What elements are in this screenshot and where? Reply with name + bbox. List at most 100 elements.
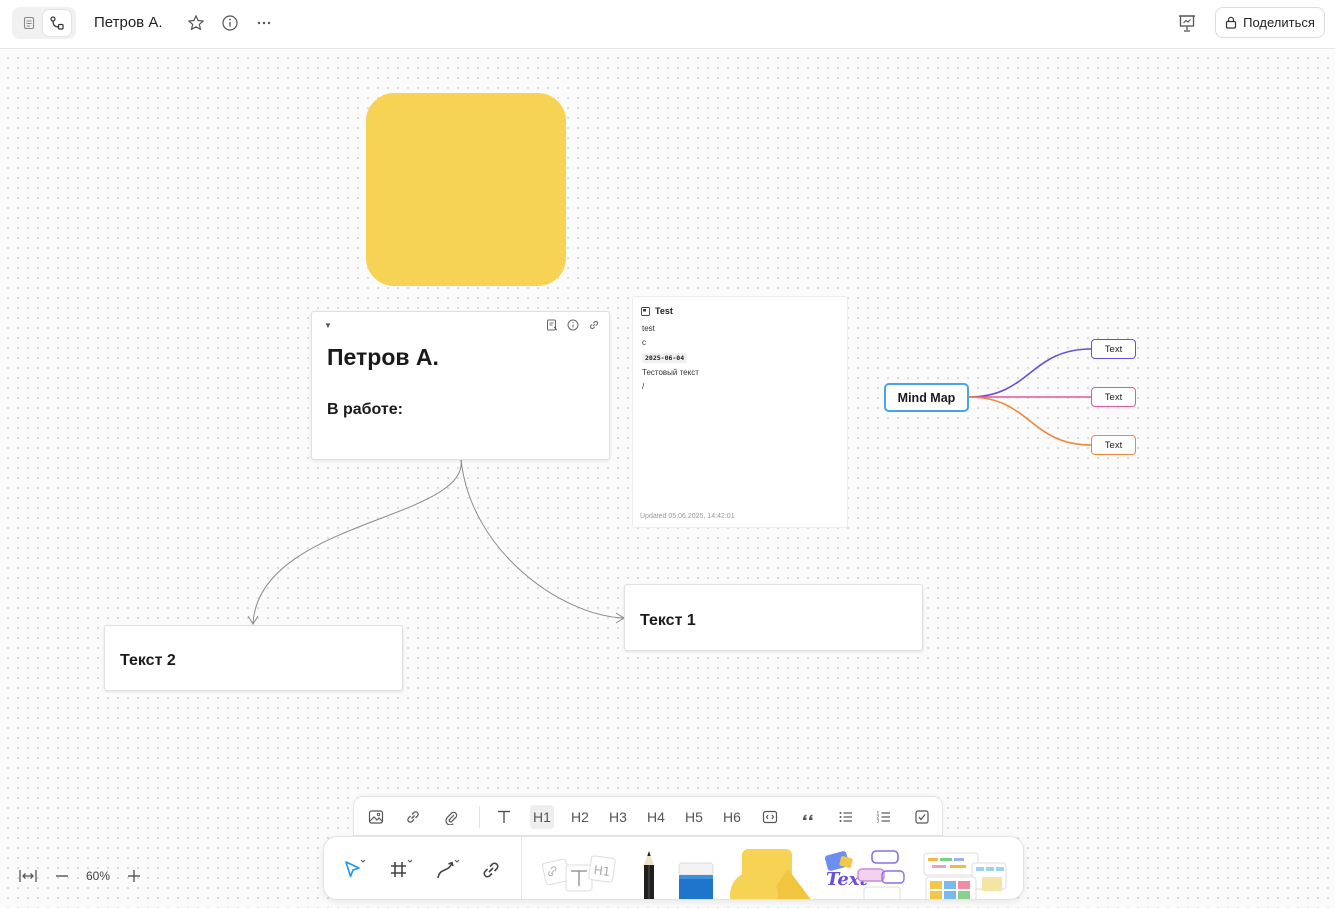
zoom-level[interactable]: 60% bbox=[74, 869, 122, 883]
numbered-list-button[interactable]: 123 bbox=[872, 805, 896, 829]
plus-icon bbox=[128, 870, 140, 882]
heading-3-button[interactable]: H3 bbox=[606, 805, 630, 829]
editor-mode-switch bbox=[12, 7, 76, 39]
select-tool-button[interactable] bbox=[338, 855, 368, 885]
text-icon bbox=[498, 810, 510, 823]
doc-embed-icon bbox=[641, 306, 650, 316]
eraser-icon bbox=[678, 862, 714, 899]
templates-icon bbox=[923, 852, 1007, 899]
doc-title[interactable]: Петров А. bbox=[94, 14, 163, 31]
connector-to-text1[interactable] bbox=[460, 458, 624, 619]
mindmap-child-node-1[interactable]: Text bbox=[1091, 339, 1136, 359]
connector-to-text2[interactable] bbox=[252, 458, 462, 624]
shapes-icon bbox=[730, 849, 811, 899]
frame-tool-button[interactable] bbox=[385, 855, 415, 885]
quote-icon bbox=[803, 814, 813, 820]
link-tool-button[interactable] bbox=[476, 855, 506, 885]
star-icon bbox=[188, 15, 204, 30]
mindmap-child-node-3[interactable]: Text bbox=[1091, 435, 1136, 455]
edgeless-icon bbox=[50, 16, 64, 30]
rounded-rectangle-shape[interactable] bbox=[366, 93, 566, 286]
edgeless-mode-button[interactable] bbox=[43, 10, 71, 36]
template-tool-button[interactable] bbox=[922, 851, 1008, 899]
note-tool-button[interactable]: H1 bbox=[542, 851, 617, 899]
embed-line-3: Тестовый текст bbox=[642, 368, 699, 377]
page-mode-button[interactable] bbox=[15, 10, 43, 36]
mindmap-child-node-2[interactable]: Text bbox=[1091, 387, 1136, 407]
zoom-controls: 60% bbox=[16, 866, 146, 886]
connector-tool-button[interactable] bbox=[432, 855, 462, 885]
embedded-doc-card[interactable]: Test test c 2025-06-04 Тестовый текст / … bbox=[632, 296, 848, 528]
paperclip-icon bbox=[445, 811, 458, 825]
todo-list-button[interactable] bbox=[910, 805, 934, 829]
link-icon[interactable] bbox=[588, 319, 601, 332]
share-button[interactable]: Поделиться bbox=[1215, 7, 1325, 38]
edgeless-canvas[interactable]: ▼ Петров А. В работе: Test test c 2025-0… bbox=[0, 50, 1335, 908]
info-icon[interactable] bbox=[567, 319, 580, 332]
note-block-text1[interactable]: Текст 1 bbox=[624, 584, 923, 651]
embed-line-2: c bbox=[642, 338, 646, 347]
mindmap-text-icon: Text bbox=[824, 850, 905, 899]
mindmap-branch-3 bbox=[968, 396, 1092, 446]
mindmap-root-node[interactable]: Mind Map bbox=[884, 383, 969, 412]
note-format-toolbar: H1 H2 H3 H4 H5 H6 123 bbox=[353, 796, 943, 836]
toolbar-separator bbox=[521, 837, 522, 899]
bulleted-list-icon bbox=[839, 812, 852, 822]
heading-6-button[interactable]: H6 bbox=[720, 805, 744, 829]
eraser-tool-button[interactable] bbox=[676, 861, 716, 899]
collapse-toggle-icon[interactable]: ▼ bbox=[324, 321, 332, 330]
embed-line-4: / bbox=[642, 382, 645, 391]
minus-icon bbox=[56, 875, 68, 877]
image-icon bbox=[368, 810, 384, 824]
note-actions bbox=[546, 319, 601, 332]
page-icon bbox=[23, 16, 35, 30]
mindmap-tool-button[interactable]: Text bbox=[824, 849, 909, 899]
embed-updated-time: Updated 05.06.2025, 14:42:01 bbox=[640, 513, 735, 520]
pen-tool-button[interactable] bbox=[634, 849, 664, 899]
link-icon bbox=[483, 862, 499, 878]
heading-5-button[interactable]: H5 bbox=[682, 805, 706, 829]
more-button[interactable] bbox=[252, 11, 276, 35]
pointer-icon bbox=[345, 859, 366, 878]
code-icon bbox=[762, 810, 778, 824]
note-text: Текст 2 bbox=[120, 652, 176, 669]
svg-text:H1: H1 bbox=[593, 863, 611, 879]
more-icon bbox=[257, 21, 271, 25]
share-label: Поделиться bbox=[1243, 15, 1315, 30]
checkbox-icon bbox=[915, 810, 929, 824]
attach-file-button[interactable] bbox=[439, 805, 463, 829]
insert-link-button[interactable] bbox=[401, 805, 425, 829]
fit-width-icon bbox=[19, 870, 37, 882]
bulleted-list-button[interactable] bbox=[834, 805, 858, 829]
favorite-button[interactable] bbox=[184, 11, 208, 35]
shape-tool-button[interactable] bbox=[726, 847, 816, 899]
note-heading: Петров А. bbox=[327, 344, 439, 370]
note-cards-icon: H1 bbox=[542, 855, 616, 892]
connector-icon bbox=[437, 859, 460, 879]
presentation-icon bbox=[1179, 15, 1195, 32]
open-doc-icon[interactable] bbox=[546, 319, 559, 332]
code-block-button[interactable] bbox=[758, 805, 782, 829]
lock-icon bbox=[1225, 16, 1237, 29]
numbered-list-icon: 123 bbox=[877, 811, 890, 825]
note-block-text2[interactable]: Текст 2 bbox=[104, 625, 403, 691]
embed-date-tag: 2025-06-04 bbox=[642, 353, 688, 363]
heading-4-button[interactable]: H4 bbox=[644, 805, 668, 829]
heading-2-button[interactable]: H2 bbox=[568, 805, 592, 829]
mindmap-branch-1 bbox=[968, 348, 1092, 398]
note-subheading: В работе: bbox=[327, 401, 403, 418]
fit-to-screen-button[interactable] bbox=[16, 866, 40, 886]
insert-image-button[interactable] bbox=[364, 805, 388, 829]
info-icon bbox=[222, 15, 238, 31]
zoom-in-button[interactable] bbox=[122, 866, 146, 886]
present-button[interactable] bbox=[1174, 10, 1200, 36]
toolbar-separator bbox=[479, 806, 480, 828]
text-style-button[interactable] bbox=[492, 805, 516, 829]
note-block-main[interactable]: ▼ Петров А. В работе: bbox=[311, 311, 610, 460]
heading-1-button[interactable]: H1 bbox=[530, 805, 554, 829]
pencil-icon bbox=[644, 851, 654, 899]
info-button[interactable] bbox=[218, 11, 242, 35]
quote-button[interactable] bbox=[796, 805, 820, 829]
frame-icon bbox=[391, 859, 413, 877]
zoom-out-button[interactable] bbox=[50, 866, 74, 886]
